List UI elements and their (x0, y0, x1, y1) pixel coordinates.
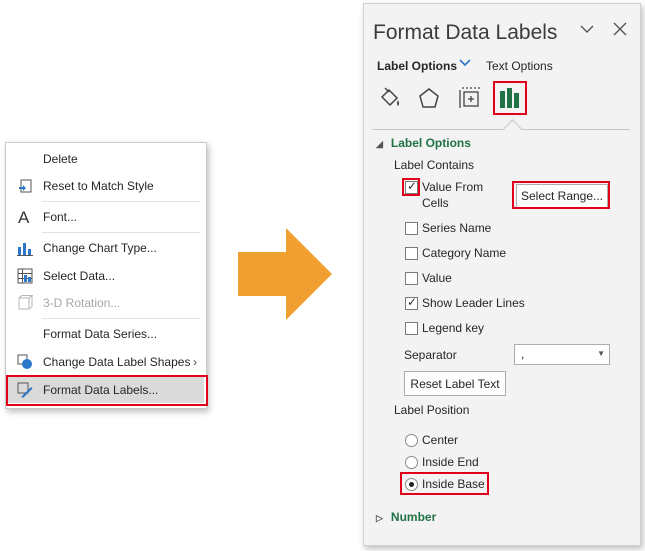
menu-item-delete[interactable]: Delete (6, 146, 206, 172)
select-data-icon (17, 268, 33, 284)
category-name-checkbox[interactable] (405, 247, 418, 260)
check-icon: ✓ (407, 295, 418, 309)
section-number-title: Number (390, 510, 437, 524)
menu-item-change-data-label-shapes[interactable]: Change Data Label Shapes › (6, 349, 206, 375)
menu-separator (42, 232, 200, 233)
reset-style-icon (17, 178, 33, 194)
show-leader-lines-label: Show Leader Lines (422, 296, 525, 310)
menu-item-reset-to-match-style[interactable]: Reset to Match Style (6, 173, 206, 199)
menu-item-label: Font... (43, 210, 78, 224)
chevron-right-icon: › (193, 355, 197, 369)
center-label: Center (422, 433, 459, 447)
pane-title: Format Data Labels (373, 21, 558, 44)
menu-item-label: Reset to Match Style (43, 179, 154, 193)
highlight-box (6, 375, 208, 406)
highlight-box (512, 181, 610, 209)
right-arrow-icon (238, 228, 332, 320)
tab-label-options[interactable]: Label Options (377, 59, 457, 73)
section-label-options-title: Label Options (390, 136, 471, 150)
legend-key-label: Legend key (422, 321, 485, 335)
chart-type-icon (17, 240, 33, 256)
series-name-checkbox[interactable] (405, 222, 418, 235)
value-from-cells-label-line2: Cells (422, 196, 449, 210)
separator-label: Separator (404, 348, 457, 362)
highlight-box (400, 472, 489, 495)
collapse-triangle-icon: ◢ (376, 139, 383, 149)
reset-label-text-button[interactable]: Reset Label Text (404, 371, 506, 396)
highlight-box (402, 178, 420, 196)
size-properties-icon[interactable] (456, 84, 484, 112)
font-icon: A (17, 209, 33, 225)
format-data-labels-pane: Format Data Labels Label Options Text Op… (363, 3, 641, 546)
show-leader-lines-checkbox[interactable]: ✓ (405, 295, 418, 310)
chevron-down-icon[interactable] (459, 56, 471, 71)
context-menu: Delete Reset to Match Style A Font... Ch… (5, 142, 207, 409)
effects-icon[interactable] (415, 84, 443, 112)
series-name-label: Series Name (422, 221, 492, 235)
shapes-icon (17, 354, 33, 370)
tab-text-options[interactable]: Text Options (486, 59, 553, 73)
section-label-options[interactable]: ◢ Label Options (376, 136, 471, 150)
rotation-3d-icon (17, 295, 33, 311)
label-contains-heading: Label Contains (394, 158, 475, 172)
dropdown-caret-icon: ▼ (597, 349, 605, 358)
menu-item-format-data-series[interactable]: Format Data Series... (6, 321, 206, 347)
menu-separator (42, 318, 200, 319)
tab-indicator (503, 119, 522, 138)
menu-item-label: Change Chart Type... (43, 241, 157, 255)
menu-item-label: Select Data... (43, 269, 116, 283)
category-name-label: Category Name (422, 246, 507, 260)
divider (372, 129, 630, 130)
chevron-down-icon[interactable] (580, 22, 594, 40)
inside-end-radio[interactable] (405, 456, 418, 469)
legend-key-checkbox[interactable] (405, 322, 418, 335)
svg-text:A: A (18, 209, 30, 225)
center-radio[interactable] (405, 434, 418, 447)
menu-item-font[interactable]: A Font... (6, 204, 206, 230)
menu-item-select-data[interactable]: Select Data... (6, 263, 206, 289)
menu-item-label: Change Data Label Shapes (43, 355, 191, 369)
value-label: Value (422, 271, 452, 285)
label-position-heading: Label Position (394, 403, 470, 417)
highlight-box (493, 81, 527, 115)
fill-line-icon[interactable] (375, 84, 403, 112)
menu-item-label: 3-D Rotation... (43, 296, 121, 310)
menu-separator (42, 201, 200, 202)
close-icon[interactable] (613, 22, 627, 40)
menu-item-label: Format Data Series... (43, 327, 158, 341)
menu-item-label: Delete (43, 152, 78, 166)
separator-value: , (521, 347, 525, 361)
expand-triangle-icon: ▷ (376, 513, 383, 523)
separator-dropdown[interactable]: , ▼ (514, 344, 610, 365)
value-from-cells-label: Value From (422, 180, 484, 194)
value-checkbox[interactable] (405, 272, 418, 285)
menu-item-change-chart-type[interactable]: Change Chart Type... (6, 235, 206, 261)
section-number[interactable]: ▷ Number (376, 510, 436, 524)
inside-end-label: Inside End (422, 455, 479, 469)
menu-item-3d-rotation: 3-D Rotation... (6, 290, 206, 316)
